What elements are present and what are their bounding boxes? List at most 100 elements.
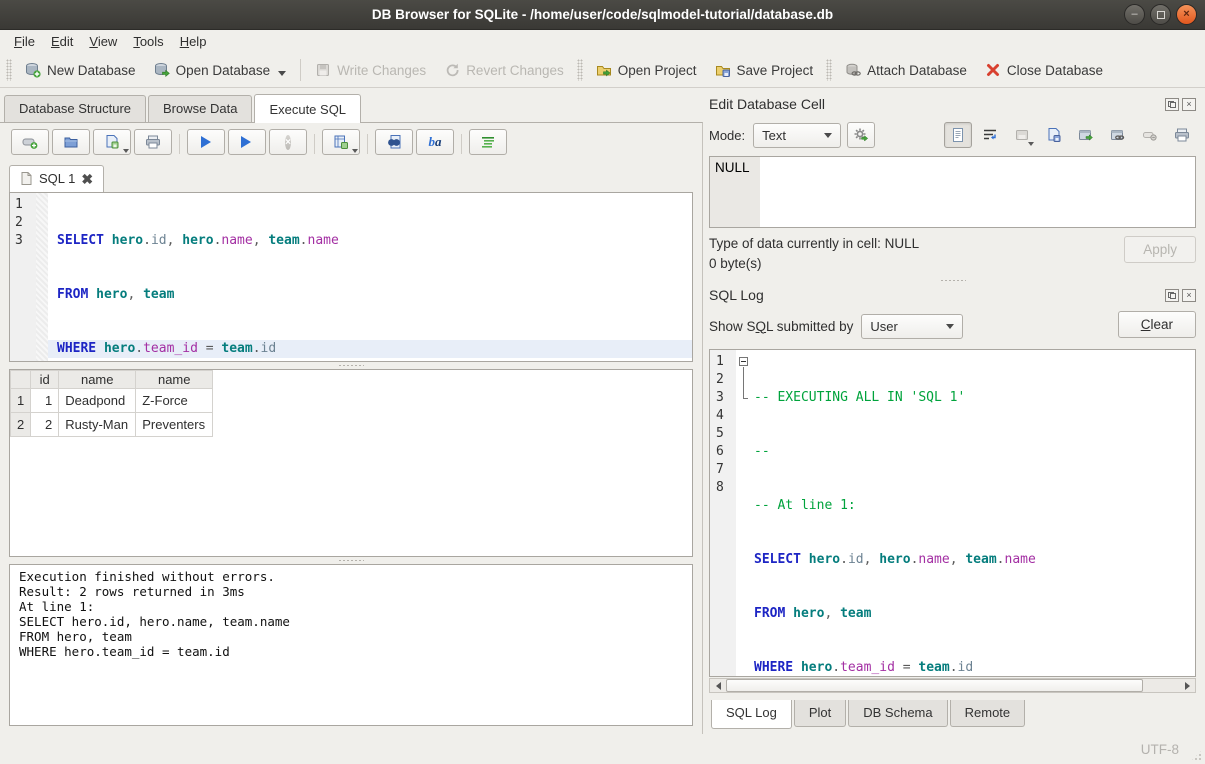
maximize-icon[interactable] bbox=[1150, 4, 1171, 25]
scrollbar-track[interactable] bbox=[1143, 679, 1179, 692]
open-external-icon bbox=[1014, 127, 1030, 143]
execute-line-button[interactable] bbox=[228, 129, 266, 155]
text-mode-icon bbox=[950, 127, 966, 143]
save-sql-file-button[interactable] bbox=[93, 129, 131, 155]
execution-log-text: Execution finished without errors. Resul… bbox=[19, 569, 683, 659]
menu-view[interactable]: View bbox=[81, 32, 125, 51]
revert-changes-icon bbox=[444, 62, 460, 78]
toolbar-drag-handle[interactable] bbox=[826, 59, 832, 81]
menu-file[interactable]: File bbox=[6, 32, 43, 51]
sql-document-icon bbox=[20, 171, 33, 186]
float-panel-icon[interactable] bbox=[1165, 98, 1179, 111]
tab-remote[interactable]: Remote bbox=[950, 700, 1026, 727]
execute-sql-panel: × ba SQL 1 ✖ bbox=[0, 122, 703, 734]
titlebar: DB Browser for SQLite - /home/user/code/… bbox=[0, 0, 1205, 30]
close-panel-icon[interactable]: × bbox=[1182, 289, 1196, 302]
tab-sql-log[interactable]: SQL Log bbox=[711, 700, 792, 729]
menu-edit[interactable]: Edit bbox=[43, 32, 81, 51]
submitted-by-select[interactable]: User bbox=[861, 314, 963, 339]
execute-all-button[interactable] bbox=[187, 129, 225, 155]
clear-button[interactable]: Clear bbox=[1118, 311, 1196, 338]
row-header[interactable]: 1 bbox=[11, 389, 31, 413]
sql-log-viewer[interactable]: 1 2 3 4 5 6 7 8 -- EXECUTING ALL IN 'SQL… bbox=[709, 349, 1196, 677]
tab-plot[interactable]: Plot bbox=[794, 700, 846, 727]
toolbar-drag-handle[interactable] bbox=[577, 59, 583, 81]
tab-browse-data[interactable]: Browse Data bbox=[148, 95, 252, 122]
row-header[interactable]: 2 bbox=[11, 413, 31, 437]
save-results-button[interactable] bbox=[322, 129, 360, 155]
results-log-splitter[interactable] bbox=[9, 557, 693, 564]
minimize-icon[interactable]: – bbox=[1124, 4, 1145, 25]
cell-team-name[interactable]: Preventers bbox=[136, 413, 213, 437]
open-sql-file-icon bbox=[63, 134, 79, 150]
open-database-button[interactable]: Open Database bbox=[145, 57, 296, 83]
close-sql-tab-icon[interactable]: ✖ bbox=[81, 174, 93, 184]
tab-db-schema[interactable]: DB Schema bbox=[848, 700, 947, 727]
scroll-right-icon[interactable] bbox=[1179, 679, 1195, 692]
column-header-id[interactable]: id bbox=[31, 371, 59, 389]
save-sql-dropdown-icon[interactable] bbox=[123, 149, 129, 153]
cell-id[interactable]: 2 bbox=[31, 413, 59, 437]
log-horizontal-scrollbar[interactable] bbox=[709, 678, 1196, 693]
mode-select[interactable]: Text bbox=[753, 123, 841, 148]
text-mode-button[interactable] bbox=[944, 122, 972, 148]
save-results-dropdown-icon[interactable] bbox=[352, 149, 358, 153]
chevron-down-icon bbox=[946, 324, 954, 329]
print-icon bbox=[1174, 127, 1190, 143]
new-database-icon bbox=[25, 62, 41, 78]
sql-editor[interactable]: 1 2 3 SELECT hero.id, hero.name, team.na… bbox=[9, 192, 693, 362]
filter-label: Show SQL submitted by bbox=[709, 319, 853, 334]
open-database-dropdown-icon[interactable] bbox=[278, 71, 286, 76]
scroll-left-icon[interactable] bbox=[710, 679, 726, 692]
scrollbar-thumb[interactable] bbox=[726, 679, 1143, 692]
sql-file-tab-label: SQL 1 bbox=[39, 171, 75, 186]
open-sql-file-button[interactable] bbox=[52, 129, 90, 155]
stop-button: × bbox=[269, 129, 307, 155]
cell-type-info: Type of data currently in cell: NULL bbox=[709, 236, 1124, 251]
import-from-file-button[interactable] bbox=[1040, 122, 1068, 148]
resize-grip[interactable] bbox=[1190, 749, 1203, 762]
menu-help[interactable]: Help bbox=[172, 32, 215, 51]
new-database-button[interactable]: New Database bbox=[16, 57, 145, 83]
save-project-button[interactable]: Save Project bbox=[706, 57, 823, 83]
sql-file-tab-bar: SQL 1 ✖ bbox=[9, 163, 693, 192]
cell-id[interactable]: 1 bbox=[31, 389, 59, 413]
close-panel-icon[interactable]: × bbox=[1182, 98, 1196, 111]
print-button[interactable] bbox=[134, 129, 172, 155]
find-button[interactable] bbox=[375, 129, 413, 155]
fold-collapse-icon[interactable] bbox=[739, 357, 748, 366]
editor-results-splitter[interactable] bbox=[9, 362, 693, 369]
cell-editor[interactable]: NULL bbox=[709, 156, 1196, 228]
column-header-name2[interactable]: name bbox=[136, 371, 213, 389]
log-line: FROM hero, team bbox=[752, 605, 1195, 623]
menu-tools[interactable]: Tools bbox=[125, 32, 171, 51]
font-button[interactable]: ba bbox=[416, 129, 454, 155]
sql-file-tab[interactable]: SQL 1 ✖ bbox=[9, 165, 104, 192]
set-link-button[interactable] bbox=[1104, 122, 1132, 148]
toolbar-drag-handle[interactable] bbox=[6, 59, 12, 81]
print-cell-button[interactable] bbox=[1168, 122, 1196, 148]
close-database-button[interactable]: Close Database bbox=[976, 57, 1112, 83]
dock-tab-bar: SQL Log Plot DB Schema Remote bbox=[709, 700, 1196, 734]
word-wrap-button[interactable] bbox=[976, 122, 1004, 148]
cell-hero-name[interactable]: Deadpond bbox=[59, 389, 136, 413]
execute-line-icon bbox=[241, 136, 251, 148]
apply-cell-button[interactable] bbox=[847, 122, 875, 148]
attach-database-button[interactable]: Attach Database bbox=[836, 57, 976, 83]
cell-team-name[interactable]: Z-Force bbox=[136, 389, 213, 413]
cell-hero-name[interactable]: Rusty-Man bbox=[59, 413, 136, 437]
close-icon[interactable]: × bbox=[1176, 4, 1197, 25]
revert-changes-button: Revert Changes bbox=[435, 57, 573, 83]
chevron-down-icon bbox=[824, 133, 832, 138]
export-to-file-button[interactable] bbox=[1072, 122, 1100, 148]
new-sql-tab-button[interactable] bbox=[11, 129, 49, 155]
tab-execute-sql[interactable]: Execute SQL bbox=[254, 94, 361, 123]
results-grid: id name name 1 1 Deadpond Z-Force 2 bbox=[9, 369, 693, 557]
column-header-name[interactable]: name bbox=[59, 371, 136, 389]
open-project-button[interactable]: Open Project bbox=[587, 57, 706, 83]
dock-splitter[interactable] bbox=[709, 277, 1196, 285]
format-sql-button[interactable] bbox=[469, 129, 507, 155]
float-panel-icon[interactable] bbox=[1165, 289, 1179, 302]
tab-database-structure[interactable]: Database Structure bbox=[4, 95, 146, 122]
window-title: DB Browser for SQLite - /home/user/code/… bbox=[372, 7, 833, 22]
